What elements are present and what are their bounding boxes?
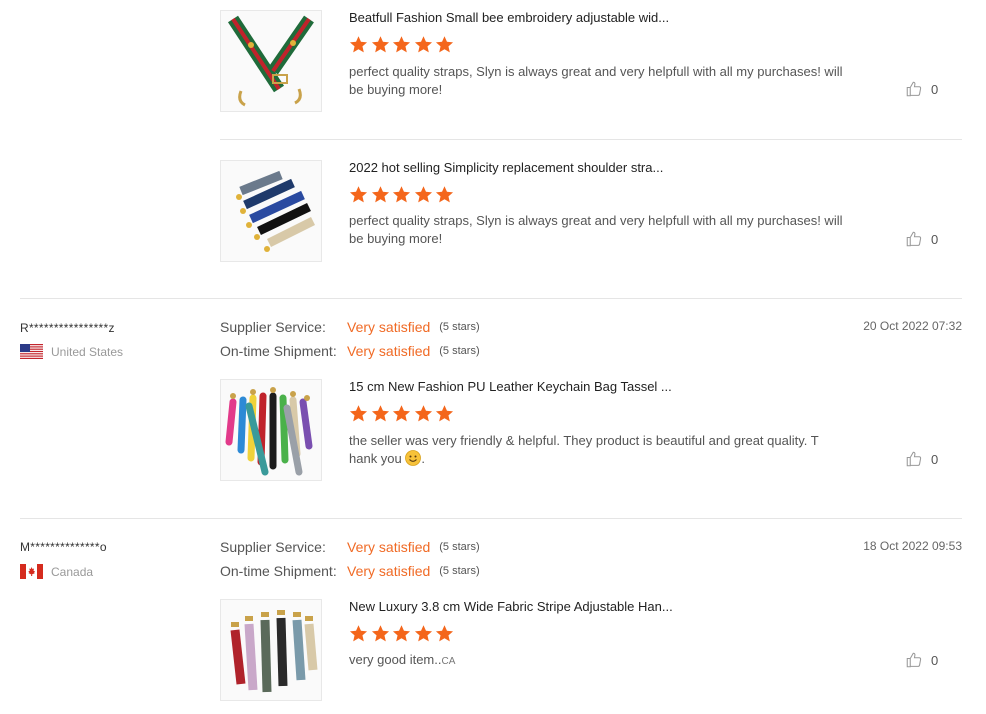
like-count: 0 — [931, 451, 939, 467]
review-text: perfect quality straps, Slyn is always g… — [349, 213, 843, 246]
like-button[interactable]: 0 — [905, 80, 938, 98]
shipment-value: Very satisfied — [347, 563, 431, 579]
star-icon — [392, 36, 411, 53]
star-icon — [371, 405, 389, 422]
divider — [20, 298, 962, 299]
review-date: 20 Oct 2022 07:32 — [863, 319, 962, 333]
review-date: 18 Oct 2022 09:53 — [863, 539, 962, 553]
product-title[interactable]: Beatfull Fashion Small bee embroidery ad… — [349, 10, 669, 25]
canada-flag-icon — [20, 564, 43, 579]
star-icon — [371, 625, 389, 642]
supplier-service-label: Supplier Service: — [220, 319, 326, 335]
star-icon — [414, 405, 432, 422]
reviewer-name: M**************o — [20, 540, 107, 554]
like-count: 0 — [931, 81, 939, 97]
star-icon — [392, 186, 411, 203]
thumbs-up-icon — [906, 81, 922, 97]
smiling-face-emoji-icon — [405, 450, 422, 466]
star-rating — [349, 35, 457, 54]
like-button[interactable]: 0 — [905, 230, 938, 248]
supplier-service-stars: (5 stars) — [439, 541, 480, 553]
shipment-row: On-time Shipment: Very satisfied (5 star… — [220, 343, 480, 359]
product-thumbnail[interactable] — [220, 599, 322, 701]
shipment-value: Very satisfied — [347, 343, 431, 359]
review-text-block: the seller was very friendly & helpful. … — [349, 432, 849, 468]
star-icon — [371, 36, 389, 53]
tassel-image — [221, 380, 321, 480]
thumbs-up-icon — [906, 231, 922, 247]
like-count: 0 — [931, 231, 939, 247]
star-rating — [349, 404, 457, 423]
star-icon — [414, 186, 432, 203]
product-thumbnail[interactable] — [220, 379, 322, 481]
star-icon — [435, 186, 454, 203]
star-icon — [435, 625, 454, 642]
star-icon — [349, 186, 368, 203]
reviewer-country: Canada — [20, 564, 93, 579]
product-title[interactable]: 2022 hot selling Simplicity replacement … — [349, 160, 663, 175]
shipment-label: On-time Shipment: — [220, 343, 337, 359]
country-label: United States — [51, 344, 124, 359]
star-icon — [349, 625, 368, 642]
shipment-label: On-time Shipment: — [220, 563, 337, 579]
supplier-service-row: Supplier Service: Very satisfied (5 star… — [220, 319, 480, 335]
review-text-suffix: CA — [441, 656, 456, 667]
product-title[interactable]: New Luxury 3.8 cm Wide Fabric Stripe Adj… — [349, 599, 673, 614]
shipment-stars: (5 stars) — [439, 565, 480, 577]
supplier-service-row: Supplier Service: Very satisfied (5 star… — [220, 539, 480, 555]
star-icon — [414, 36, 432, 53]
strap-image — [221, 11, 321, 111]
divider — [220, 139, 962, 140]
review-text-suffix: . — [421, 451, 426, 466]
star-rating — [349, 624, 457, 643]
like-button[interactable]: 0 — [905, 450, 938, 468]
review-text: perfect quality straps, Slyn is always g… — [349, 64, 843, 97]
star-icon — [371, 186, 389, 203]
strap-image — [221, 161, 321, 261]
product-title[interactable]: 15 cm New Fashion PU Leather Keychain Ba… — [349, 379, 672, 394]
shipment-stars: (5 stars) — [439, 345, 480, 357]
thumbs-up-icon — [906, 652, 922, 668]
supplier-service-value: Very satisfied — [347, 319, 431, 335]
country-label: Canada — [51, 564, 94, 579]
thumbs-up-icon — [906, 451, 922, 467]
like-count: 0 — [931, 652, 939, 668]
supplier-service-value: Very satisfied — [347, 539, 431, 555]
product-thumbnail[interactable] — [220, 10, 322, 112]
star-icon — [392, 405, 411, 422]
star-icon — [349, 405, 368, 422]
star-rating — [349, 185, 457, 204]
supplier-service-label: Supplier Service: — [220, 539, 326, 555]
star-icon — [392, 625, 411, 642]
supplier-service-stars: (5 stars) — [439, 321, 480, 333]
fabric-strap-image — [221, 600, 321, 700]
review-text: very good item.. — [349, 652, 442, 667]
divider — [20, 518, 962, 519]
star-icon — [435, 405, 454, 422]
star-icon — [414, 625, 432, 642]
product-thumbnail[interactable] — [220, 160, 322, 262]
reviewer-name: R****************z — [20, 321, 115, 335]
us-flag-icon — [20, 344, 43, 359]
star-icon — [349, 36, 368, 53]
like-button[interactable]: 0 — [905, 651, 938, 669]
shipment-row: On-time Shipment: Very satisfied (5 star… — [220, 563, 480, 579]
review-text-block: very good item..CA — [349, 651, 849, 671]
star-icon — [435, 36, 454, 53]
reviewer-country: United States — [20, 344, 123, 359]
